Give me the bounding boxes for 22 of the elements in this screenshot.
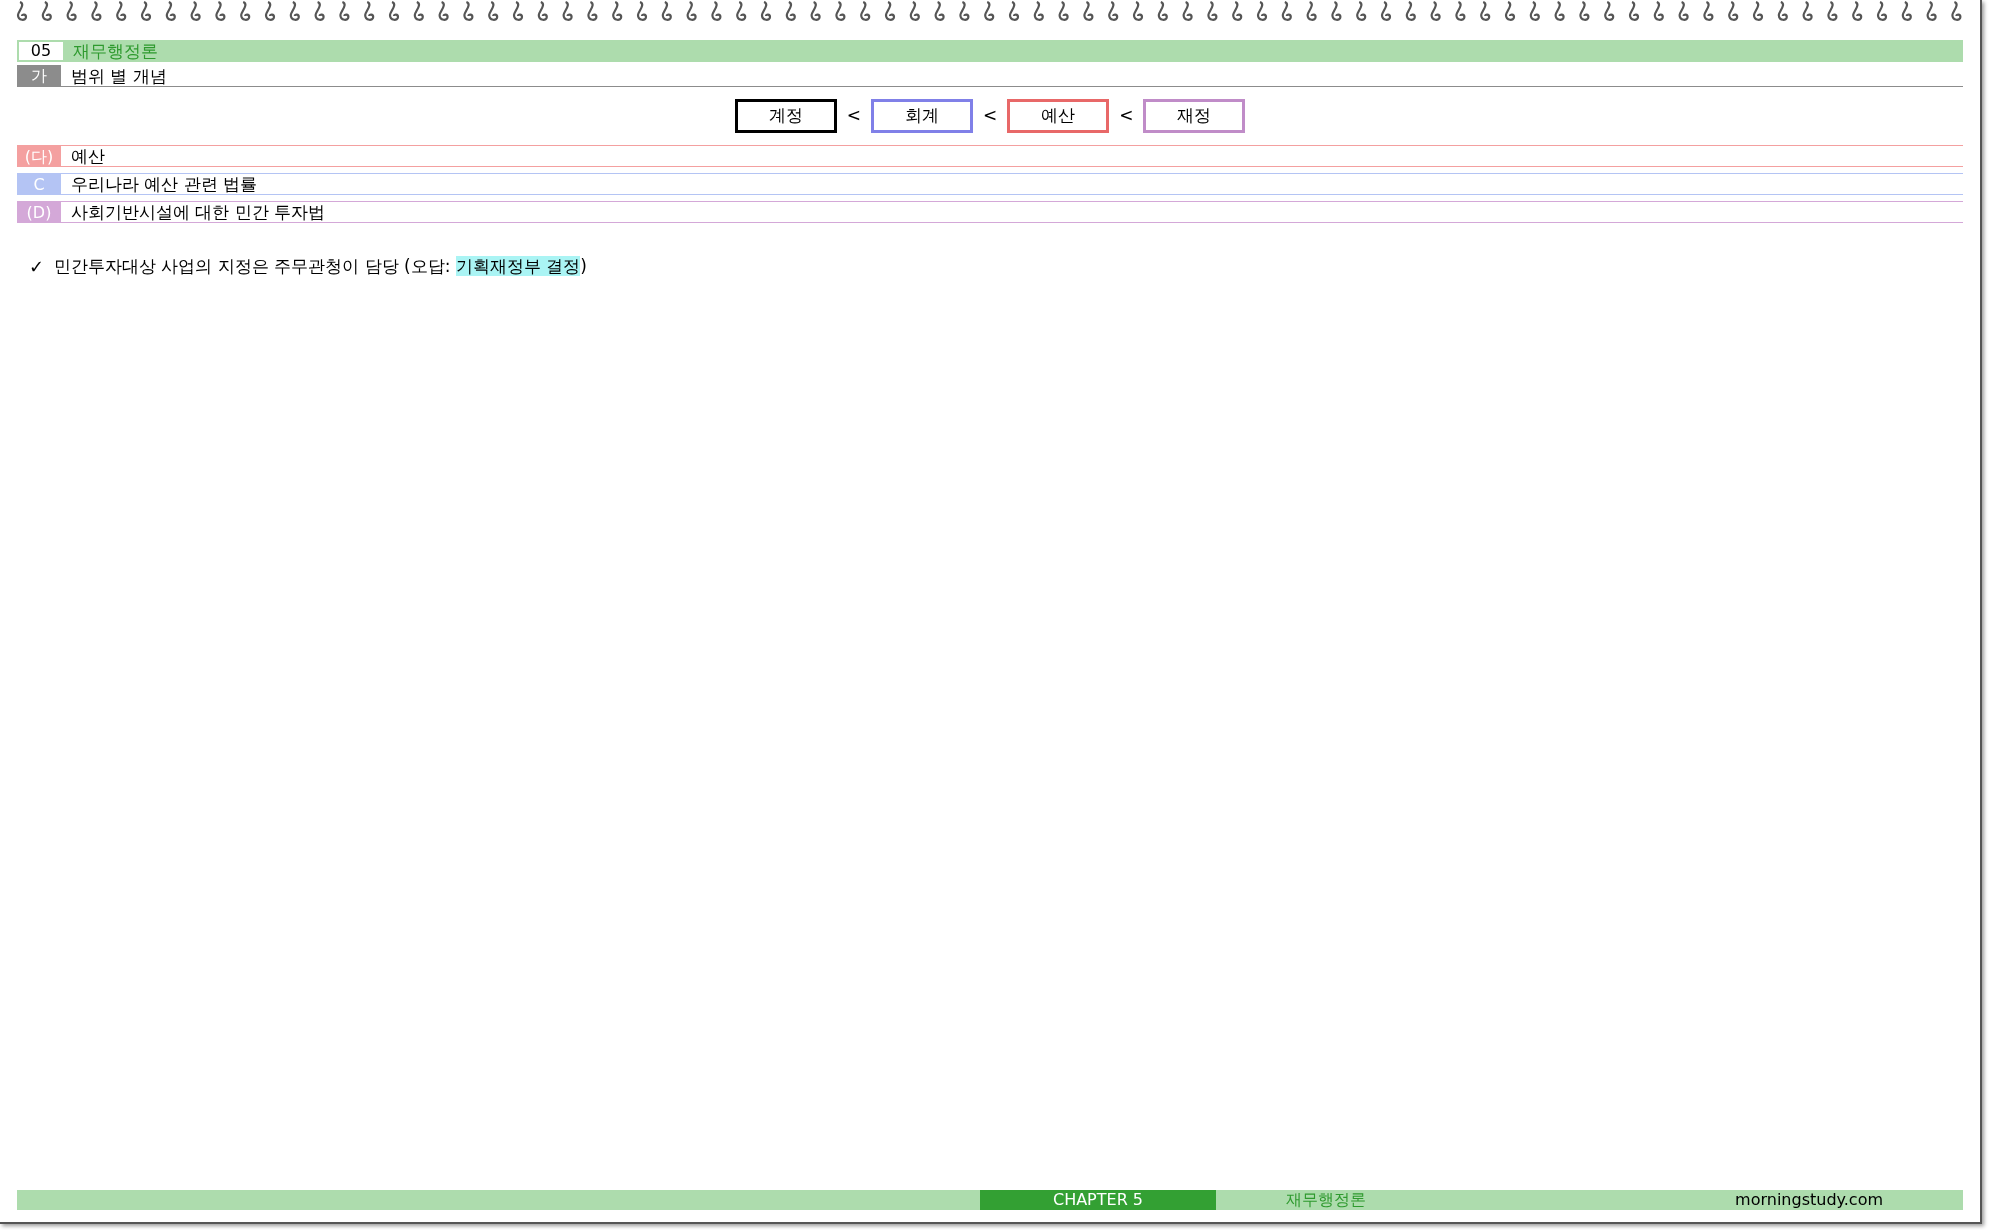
footer-chapter-label: CHAPTER 5 [980, 1190, 1216, 1210]
heading-title: 사회기반시설에 대한 민간 투자법 [71, 201, 326, 223]
concept-box: 예산 [1007, 99, 1110, 133]
check-mark-icon: ✓ [29, 253, 45, 280]
heading-marker: (D) [17, 202, 61, 222]
concept-box: 계정 [734, 99, 837, 133]
concept-box: 회계 [870, 99, 973, 133]
footer-title: 재무행정론 [1286, 1190, 1366, 1210]
heading-marker: 가 [17, 65, 61, 86]
heading-title: 예산 [71, 145, 105, 167]
heading-marker: C [17, 174, 61, 194]
less-than-sign: < [982, 104, 998, 128]
footer-website: morningstudy.com [1735, 1190, 1883, 1210]
heading-title: 범위 별 개념 [71, 64, 167, 87]
less-than-sign: < [846, 104, 861, 128]
chapter-number: 05 [19, 42, 63, 60]
concept-box: 재정 [1143, 99, 1246, 133]
heading-marker: (다) [17, 146, 61, 166]
chapter-title: 재무행정론 [73, 42, 158, 60]
note-text: 민간투자대상 사업의 지정은 주무관청이 담당 (오답: 기획재정부 결정) [54, 254, 587, 278]
less-than-sign: < [1119, 104, 1134, 128]
heading-title: 우리나라 예산 관련 법률 [71, 173, 258, 195]
